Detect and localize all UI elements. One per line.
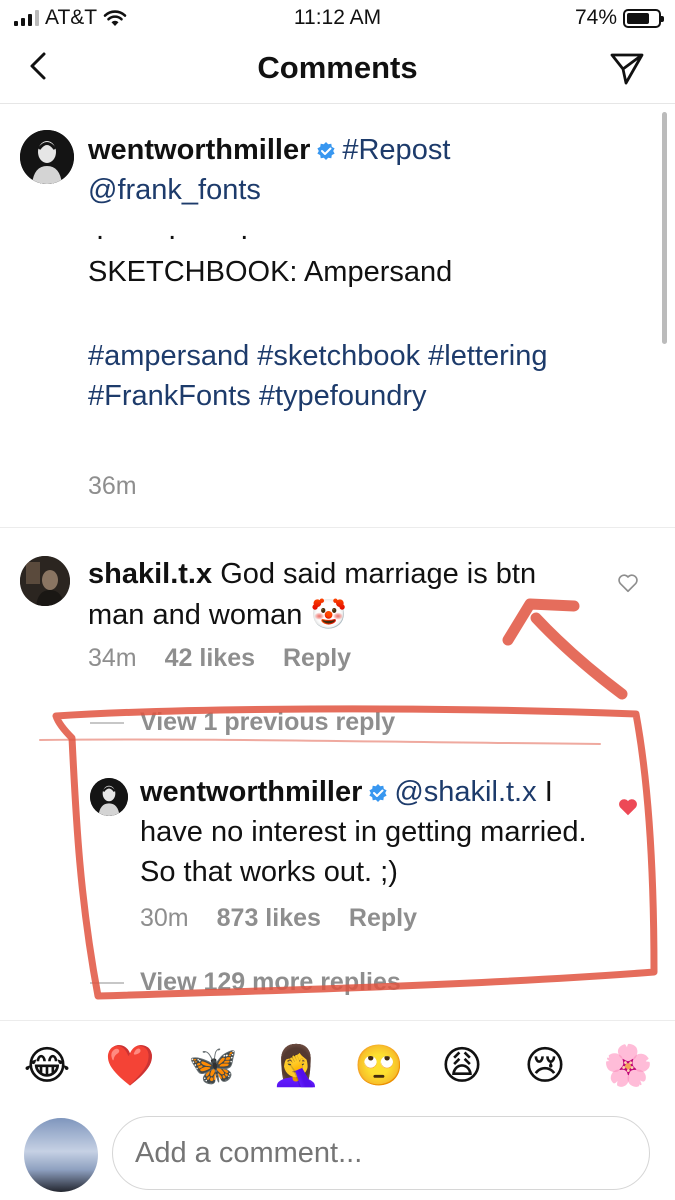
- divider: [0, 1020, 675, 1021]
- emoji-blossom[interactable]: 🌸: [599, 1038, 657, 1098]
- status-bar: AT&T 11:12 AM 74%: [0, 0, 675, 36]
- reply-mention[interactable]: @shakil.t.x: [394, 776, 536, 808]
- reply-likes[interactable]: 873 likes: [217, 904, 321, 933]
- comment-composer: [0, 1112, 675, 1192]
- comment-text-block: shakil.t.x God said marriage is btn man …: [88, 554, 588, 635]
- reply-thread-line: [90, 721, 124, 724]
- avatar[interactable]: [24, 1118, 98, 1192]
- comment-likes[interactable]: 42 likes: [165, 644, 255, 673]
- emoji-facepalm[interactable]: 🤦‍♀️: [267, 1038, 325, 1098]
- caption-first-line: wentworthmiller #Repost: [88, 130, 648, 170]
- quick-emoji-bar: 😂 ❤️ 🦋 🤦‍♀️ 🙄 😩 😢 🌸: [0, 1038, 675, 1098]
- hashtags-line-2[interactable]: #FrankFonts #typefoundry: [88, 376, 648, 416]
- caption-username[interactable]: wentworthmiller: [88, 134, 310, 166]
- reply-item: wentworthmiller @shakil.t.x I have no in…: [0, 760, 675, 950]
- reply-button[interactable]: Reply: [349, 904, 417, 933]
- emoji-laugh-cry[interactable]: 😂: [18, 1038, 76, 1098]
- paper-plane-icon[interactable]: [609, 50, 645, 86]
- mention-link[interactable]: @frank_fonts: [88, 170, 648, 210]
- caption-dots: . . .: [96, 214, 277, 246]
- emoji-weary[interactable]: 😩: [433, 1038, 491, 1098]
- avatar[interactable]: [90, 778, 128, 816]
- reply-username[interactable]: wentworthmiller: [140, 776, 362, 808]
- battery-icon: [623, 8, 664, 28]
- comment-meta: 34m 42 likes Reply: [88, 644, 351, 673]
- avatar[interactable]: [20, 130, 74, 184]
- emoji-butterfly[interactable]: 🦋: [184, 1038, 242, 1098]
- reply-button[interactable]: Reply: [283, 644, 351, 673]
- reply-time: 30m: [140, 904, 189, 932]
- comment-time: 34m: [88, 644, 137, 672]
- avatar-portrait-icon: [20, 130, 74, 184]
- avatar-portrait-icon: [90, 778, 128, 816]
- hashtag-repost[interactable]: #Repost: [342, 134, 450, 166]
- battery-group: 74%: [574, 6, 664, 30]
- comment-input[interactable]: [112, 1116, 650, 1190]
- post-caption: wentworthmiller #Repost @frank_fonts . .…: [0, 104, 675, 528]
- emoji-heart[interactable]: ❤️: [101, 1038, 159, 1098]
- nav-header: Comments: [0, 36, 675, 104]
- page-title: Comments: [257, 50, 418, 85]
- heart-outline-icon[interactable]: [617, 572, 639, 594]
- view-previous-reply-button[interactable]: View 1 previous reply: [90, 708, 395, 737]
- hashtags-line-1[interactable]: #ampersand #sketchbook #lettering: [88, 336, 648, 376]
- avatar-photo-icon: [20, 556, 70, 606]
- reply-text-block: wentworthmiller @shakil.t.x I have no in…: [140, 772, 600, 892]
- avatar[interactable]: [20, 556, 70, 606]
- comment-username[interactable]: shakil.t.x: [88, 558, 212, 590]
- verified-badge-icon: [369, 784, 387, 802]
- view-previous-label: View 1 previous reply: [140, 708, 396, 736]
- reply-thread-line: [90, 981, 124, 984]
- emoji-crying[interactable]: 😢: [516, 1038, 574, 1098]
- view-more-replies-button[interactable]: View 129 more replies: [90, 968, 401, 997]
- battery-percent: 74%: [574, 6, 617, 29]
- clock: 11:12 AM: [293, 6, 382, 29]
- annotation-box-underline: [39, 738, 601, 745]
- caption-text: SKETCHBOOK: Ampersand: [88, 256, 453, 288]
- clown-emoji: 🤡: [310, 597, 347, 631]
- emoji-eye-roll[interactable]: 🙄: [350, 1038, 408, 1098]
- view-more-label: View 129 more replies: [140, 968, 401, 996]
- caption-timestamp: 36m: [88, 472, 137, 500]
- heart-filled-icon[interactable]: [617, 796, 639, 818]
- caption-body: wentworthmiller #Repost @frank_fonts . .…: [88, 130, 648, 416]
- reply-meta: 30m 873 likes Reply: [140, 904, 417, 933]
- comment-item: shakil.t.x God said marriage is btn man …: [0, 528, 675, 698]
- verified-badge-icon: [317, 142, 335, 160]
